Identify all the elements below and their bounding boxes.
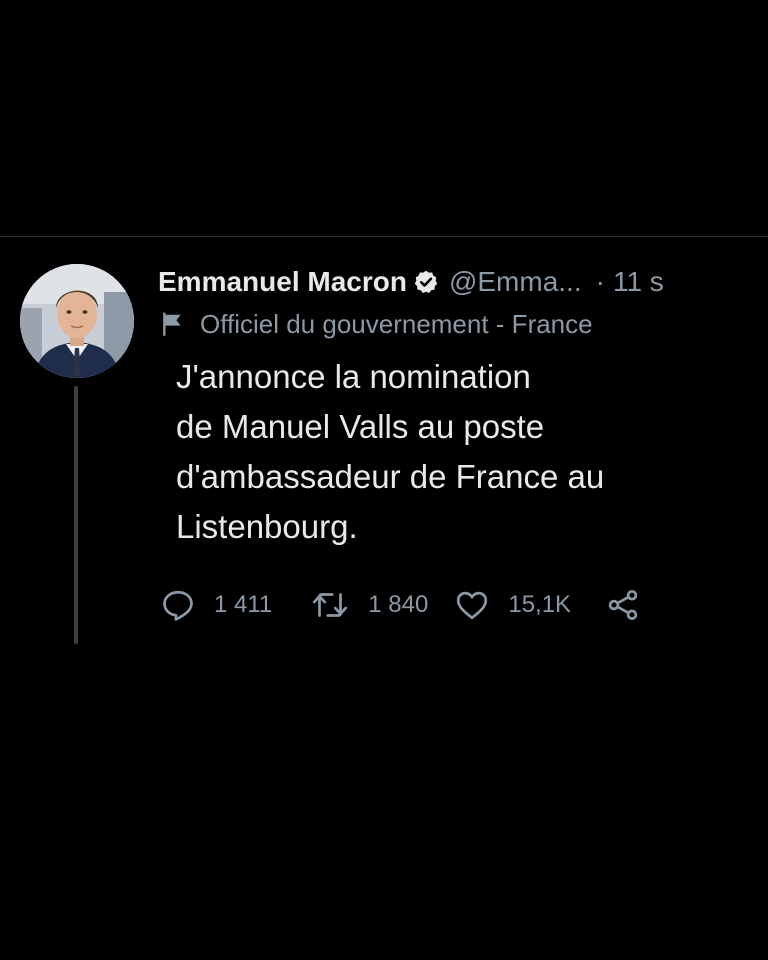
verified-badge-icon: [413, 269, 439, 295]
thread-line: [74, 386, 78, 644]
tweet-text-line: de Manuel Valls au poste: [176, 408, 545, 445]
flag-icon: [160, 311, 186, 337]
separator-dot: ·: [595, 266, 605, 297]
like-button[interactable]: 15,1K: [454, 587, 571, 623]
tweet-timestamp[interactable]: 11 s: [613, 266, 664, 298]
tweet-text-line: Listenbourg.: [176, 508, 358, 545]
tweet-actions: 1 411 1 840 15,1K: [160, 584, 641, 626]
tweet-text-line: J'annonce la nomination: [176, 358, 531, 395]
reply-icon: [163, 590, 193, 621]
top-divider: [0, 236, 768, 237]
retweet-icon: [313, 593, 348, 617]
author-handle[interactable]: @Emma...: [449, 266, 582, 298]
reply-button[interactable]: 1 411: [160, 587, 272, 623]
like-count: 15,1K: [508, 591, 572, 618]
avatar[interactable]: [20, 264, 134, 378]
avatar-image: [20, 264, 134, 378]
reply-count: 1 411: [214, 591, 273, 618]
author-name[interactable]: Emmanuel Macron: [158, 266, 407, 298]
tweet-text-line: d'ambassadeur de France au: [176, 458, 605, 495]
share-icon: [608, 590, 638, 620]
government-label[interactable]: Officiel du gouvernement - France: [160, 306, 593, 342]
tweet-header: Emmanuel Macron @Emma... · 11 s: [158, 262, 664, 302]
retweet-button[interactable]: 1 840: [310, 587, 428, 623]
tweet-text: J'annonce la nomination de Manuel Valls …: [176, 352, 736, 552]
share-button[interactable]: [605, 587, 641, 623]
retweet-count: 1 840: [368, 591, 429, 618]
heart-icon: [457, 591, 488, 620]
government-label-text: Officiel du gouvernement - France: [200, 308, 593, 339]
